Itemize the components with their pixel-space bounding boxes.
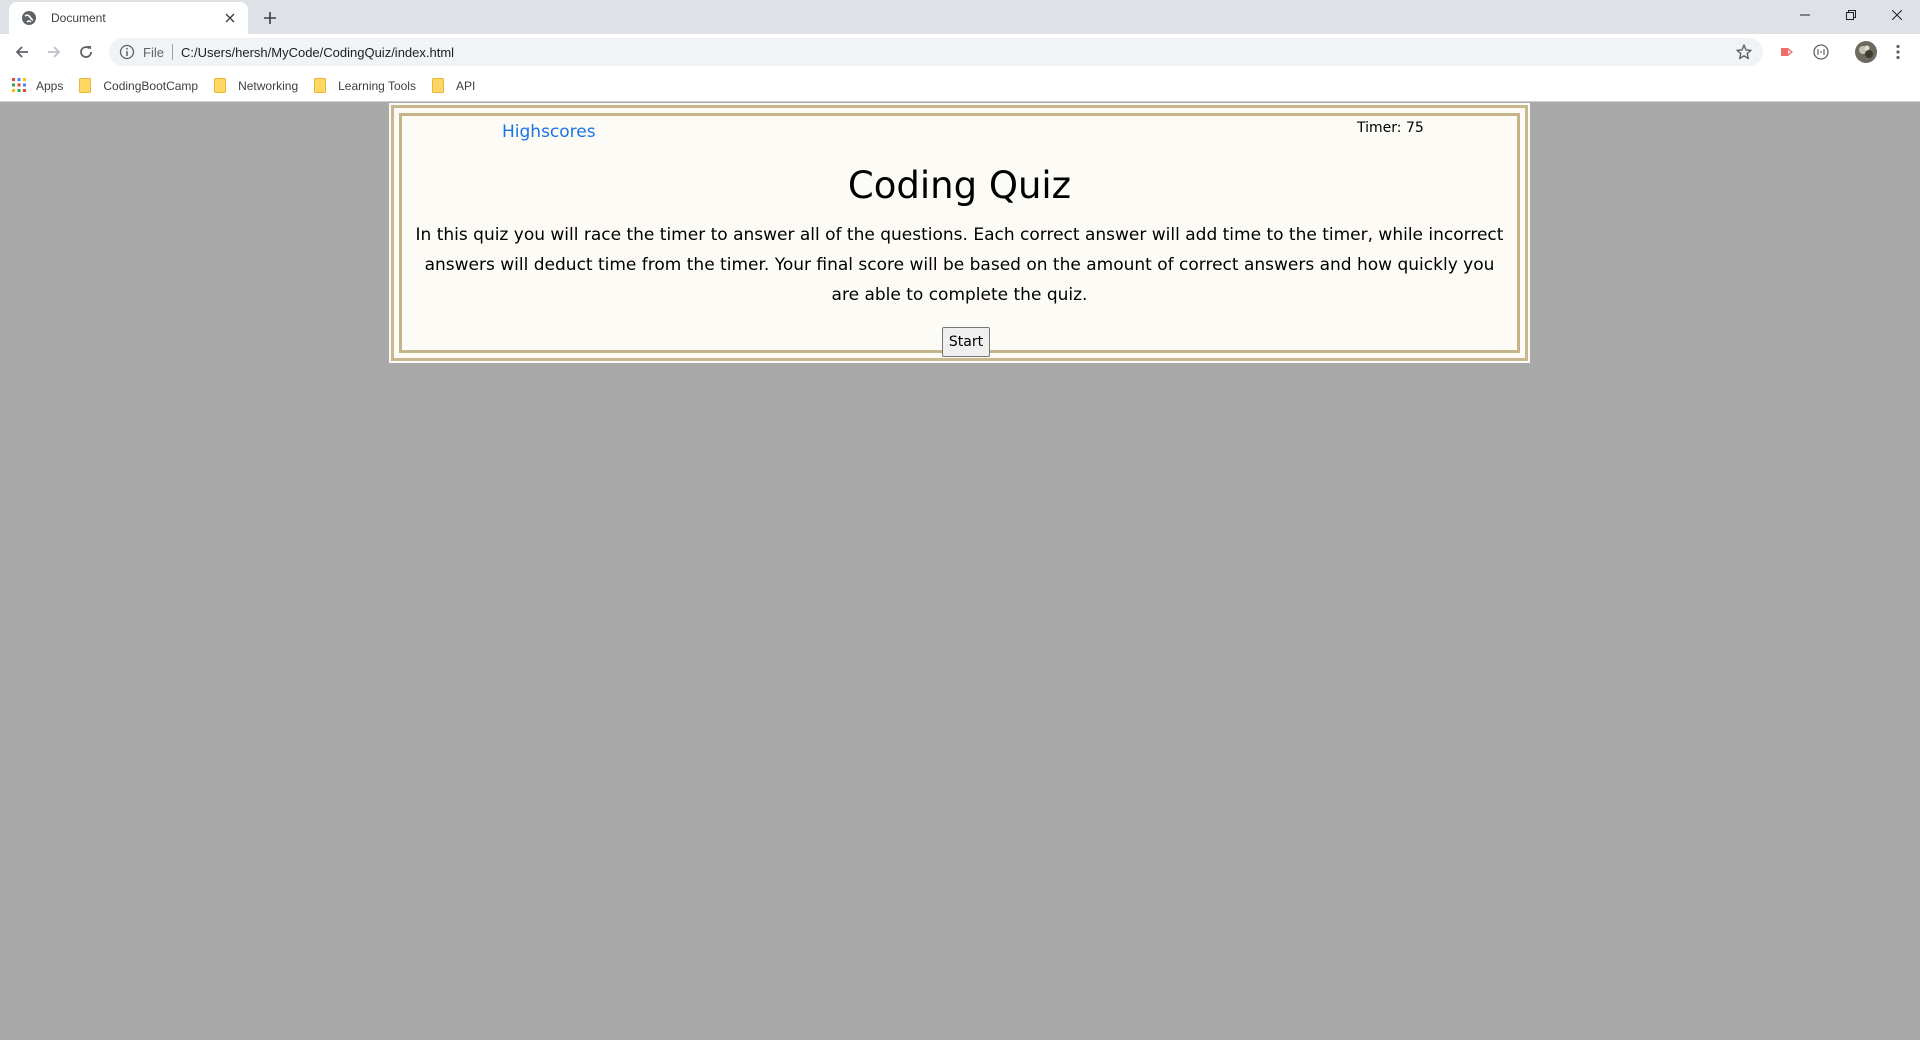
quiz-description: In this quiz you will race the timer to … [415,225,1504,305]
quiz-card: Highscores Timer: 75 Coding Quiz In this… [389,103,1530,363]
page-title: Coding Quiz [847,164,1072,207]
bookmark-folder-learning-tools[interactable]: Learning Tools [314,77,416,94]
quiz-card-inner-border: Highscores Timer: 75 Coding Quiz In this… [399,113,1520,357]
bookmark-label: CodingBootCamp [103,78,199,93]
back-arrow-icon[interactable] [8,38,36,66]
bookmark-folder-api[interactable]: API [431,77,476,94]
timer-display: Timer: 75 [1357,120,1424,136]
browser-tab[interactable]: Document [9,2,248,34]
bookmark-label: Learning Tools [338,78,416,93]
window-close-icon[interactable] [1874,0,1920,30]
minimize-icon[interactable] [1782,0,1828,30]
tab-title: Document [51,11,106,25]
url-text[interactable]: C:/Users/hersh/MyCode/CodingQuiz/index.h… [181,45,1735,60]
extension-circle-icon[interactable] [1811,42,1831,62]
bookmark-folder-networking[interactable]: Networking [214,77,299,94]
restore-icon[interactable] [1828,0,1874,30]
bookmark-label: Apps [36,78,64,93]
address-bar[interactable]: File C:/Users/hersh/MyCode/CodingQuiz/in… [109,38,1763,66]
bookmarks-bar: Apps CodingBootCamp Networking Learning … [0,70,1920,102]
extension-red-icon[interactable] [1778,42,1798,62]
bookmark-folder-codingbootcamp[interactable]: CodingBootCamp [79,77,199,94]
folder-icon [214,77,230,94]
close-icon[interactable] [220,8,240,28]
bookmark-star-icon[interactable] [1735,43,1753,61]
bookmark-label: API [455,78,476,93]
bookmark-apps[interactable]: Apps [12,77,64,94]
start-button[interactable]: Start [942,327,990,357]
apps-grid-icon [12,77,28,94]
window-controls [1782,0,1920,30]
plus-icon[interactable] [258,6,282,30]
globe-icon [21,10,37,26]
url-separator [171,44,173,60]
profile-avatar[interactable] [1855,41,1877,63]
folder-icon [314,77,330,94]
tab-strip: Document [0,0,1920,34]
folder-icon [431,77,448,94]
page-viewport: Highscores Timer: 75 Coding Quiz In this… [0,102,1920,1040]
folder-icon [79,77,95,94]
menu-dots-icon[interactable] [1888,42,1908,62]
reload-icon[interactable] [72,38,100,66]
url-scheme-label: File [143,44,164,60]
bookmark-label: Networking [238,78,299,93]
info-icon[interactable] [119,44,135,60]
browser-toolbar: File C:/Users/hersh/MyCode/CodingQuiz/in… [0,34,1920,70]
forward-arrow-icon[interactable] [40,38,68,66]
highscores-link[interactable]: Highscores [502,122,596,142]
